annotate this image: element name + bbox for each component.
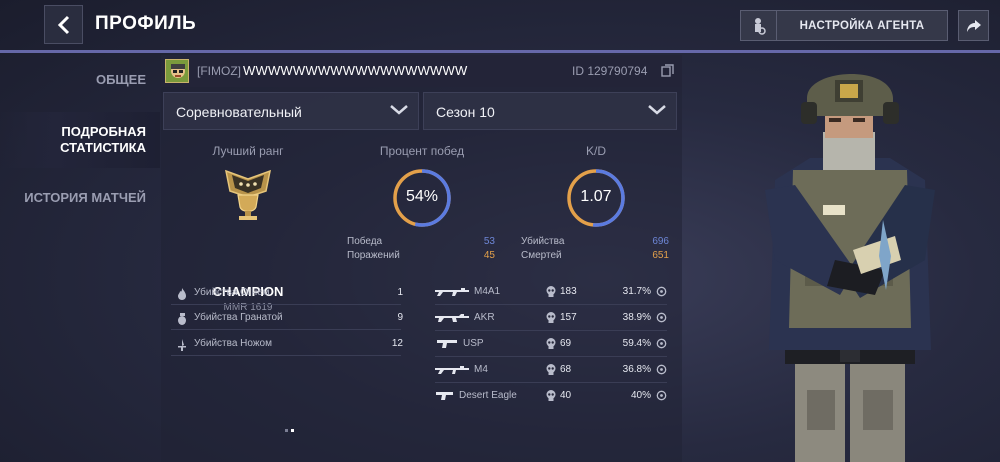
best-rank-block: Лучший ранг CHAMPION MMR 1619 xyxy=(161,137,335,313)
agent-character xyxy=(765,73,935,462)
kills-fire-label: Убийства Огнем xyxy=(194,287,270,298)
page-indicator xyxy=(285,419,297,437)
nav-match-history[interactable]: ИСТОРИЯ МАТЧЕЙ xyxy=(24,190,146,206)
agent-settings-label: НАСТРОЙКА АГЕНТА xyxy=(799,19,925,32)
weapon-kills: 40 xyxy=(560,390,572,401)
row-divider xyxy=(435,382,667,383)
clan-tag: [FIMOZ] xyxy=(197,64,241,78)
kills-grenade-row: Убийства Гранатой 9 xyxy=(177,312,407,326)
avatar[interactable] xyxy=(165,59,189,83)
grenade-icon xyxy=(178,313,186,325)
copy-icon[interactable] xyxy=(661,64,674,77)
knife-icon xyxy=(178,339,186,351)
headshot-icon xyxy=(656,338,667,349)
losses-label: Поражений xyxy=(347,250,400,261)
row-divider xyxy=(435,304,667,305)
weapon-row: Desert Eagle 40 40% xyxy=(435,389,667,405)
skull-icon xyxy=(546,390,556,401)
skull-icon xyxy=(546,364,556,375)
winrate-value: 54% xyxy=(405,188,439,205)
agent-icon xyxy=(741,11,777,40)
chevron-down-icon xyxy=(648,105,666,115)
champion-rank-icon xyxy=(225,169,271,220)
weapon-headshot-pct: 40% xyxy=(630,390,651,401)
header-divider xyxy=(0,50,1000,53)
player-header: [FIMOZ] WWWWWWWWWWWWWWWWWW ID 129790794 xyxy=(161,55,682,87)
kills-label: Убийства xyxy=(521,236,565,247)
kills-fire-value: 1 xyxy=(397,287,403,298)
weapon-kills: 157 xyxy=(560,312,577,323)
weapon-kills: 68 xyxy=(560,364,572,375)
page-dot-active[interactable] xyxy=(291,429,294,432)
weapon-kills: 69 xyxy=(560,338,572,349)
headshot-icon xyxy=(656,364,667,375)
weapon-headshot-pct: 36.8% xyxy=(622,364,651,375)
mode-dropdown[interactable]: Соревновательный xyxy=(163,92,419,130)
rifle-icon xyxy=(435,288,469,296)
skull-icon xyxy=(546,312,556,323)
chevron-down-icon xyxy=(390,105,408,115)
wins-label: Победа xyxy=(347,236,383,247)
nav-general[interactable]: ОБЩЕЕ xyxy=(96,72,146,88)
page-title: ПРОФИЛЬ xyxy=(95,13,197,34)
fire-icon xyxy=(178,288,186,300)
kd-block: K/D 1.07 Убийства 696 Смертей 651 xyxy=(509,137,683,275)
share-button[interactable] xyxy=(958,10,989,41)
weapon-row: M4 68 36.8% xyxy=(435,363,667,379)
nav-detailed-stats[interactable]: ПОДРОБНАЯ СТАТИСТИКА xyxy=(0,112,160,168)
kd-value: 1.07 xyxy=(580,188,612,205)
weapon-headshot-pct: 59.4% xyxy=(622,338,651,349)
top-bar: ПРОФИЛЬ НАСТРОЙКА АГЕНТА xyxy=(0,0,1000,50)
winrate-title: Процент побед xyxy=(379,144,465,158)
kills-grenade-label: Убийства Гранатой xyxy=(194,312,283,323)
weapon-name: M4A1 xyxy=(474,286,501,297)
kills-value: 696 xyxy=(652,236,669,247)
winrate-block: Процент побед 54% Победа 53 Поражений 45 xyxy=(335,137,509,275)
kd-title: K/D xyxy=(585,144,606,158)
kills-knife-label: Убийства Ножом xyxy=(194,338,272,349)
back-button[interactable] xyxy=(44,5,83,44)
skull-icon xyxy=(546,338,556,349)
chevron-left-icon xyxy=(57,15,69,34)
skull-icon xyxy=(546,286,556,297)
weapon-name: AKR xyxy=(474,312,495,323)
weapon-headshot-pct: 38.9% xyxy=(622,312,651,323)
weapon-headshot-pct: 31.7% xyxy=(622,286,651,297)
page-dot[interactable] xyxy=(285,429,288,432)
best-rank-title: Лучший ранг xyxy=(212,144,284,158)
headshot-icon xyxy=(656,312,667,323)
weapon-row: M4A1 183 31.7% xyxy=(435,285,667,301)
kills-knife-row: Убийства Ножом 12 xyxy=(177,338,407,352)
headshot-icon xyxy=(656,286,667,297)
headshot-icon xyxy=(656,390,667,401)
kills-knife-value: 12 xyxy=(391,338,403,349)
weapon-name: USP xyxy=(463,338,484,349)
rifle-icon xyxy=(435,314,469,322)
row-divider xyxy=(171,304,401,305)
season-value: Сезон 10 xyxy=(436,104,495,120)
agent-settings-button[interactable]: НАСТРОЙКА АГЕНТА xyxy=(740,10,948,41)
weapon-row: USP 69 59.4% xyxy=(435,337,667,353)
row-divider xyxy=(435,330,667,331)
season-dropdown[interactable]: Сезон 10 xyxy=(423,92,677,130)
player-id: ID 129790794 xyxy=(572,64,648,78)
stats-panel: [FIMOZ] WWWWWWWWWWWWWWWWWW ID 129790794 … xyxy=(161,55,682,462)
player-name: WWWWWWWWWWWWWWWWWW xyxy=(243,63,468,78)
row-divider xyxy=(435,356,667,357)
kills-fire-row: Убийства Огнем 1 xyxy=(177,287,407,301)
weapon-name: Desert Eagle xyxy=(459,390,517,401)
weapon-kills: 183 xyxy=(560,286,577,297)
row-divider xyxy=(171,329,401,330)
share-icon xyxy=(966,19,981,32)
losses-value: 45 xyxy=(483,250,495,261)
wins-value: 53 xyxy=(483,236,495,247)
weapon-name: M4 xyxy=(474,364,488,375)
weapon-row: AKR 157 38.9% xyxy=(435,311,667,327)
rifle-icon xyxy=(435,366,469,374)
row-divider xyxy=(171,355,401,356)
mode-value: Соревновательный xyxy=(176,104,302,120)
deaths-value: 651 xyxy=(652,250,669,261)
kills-grenade-value: 9 xyxy=(397,312,403,323)
deaths-label: Смертей xyxy=(521,250,562,261)
